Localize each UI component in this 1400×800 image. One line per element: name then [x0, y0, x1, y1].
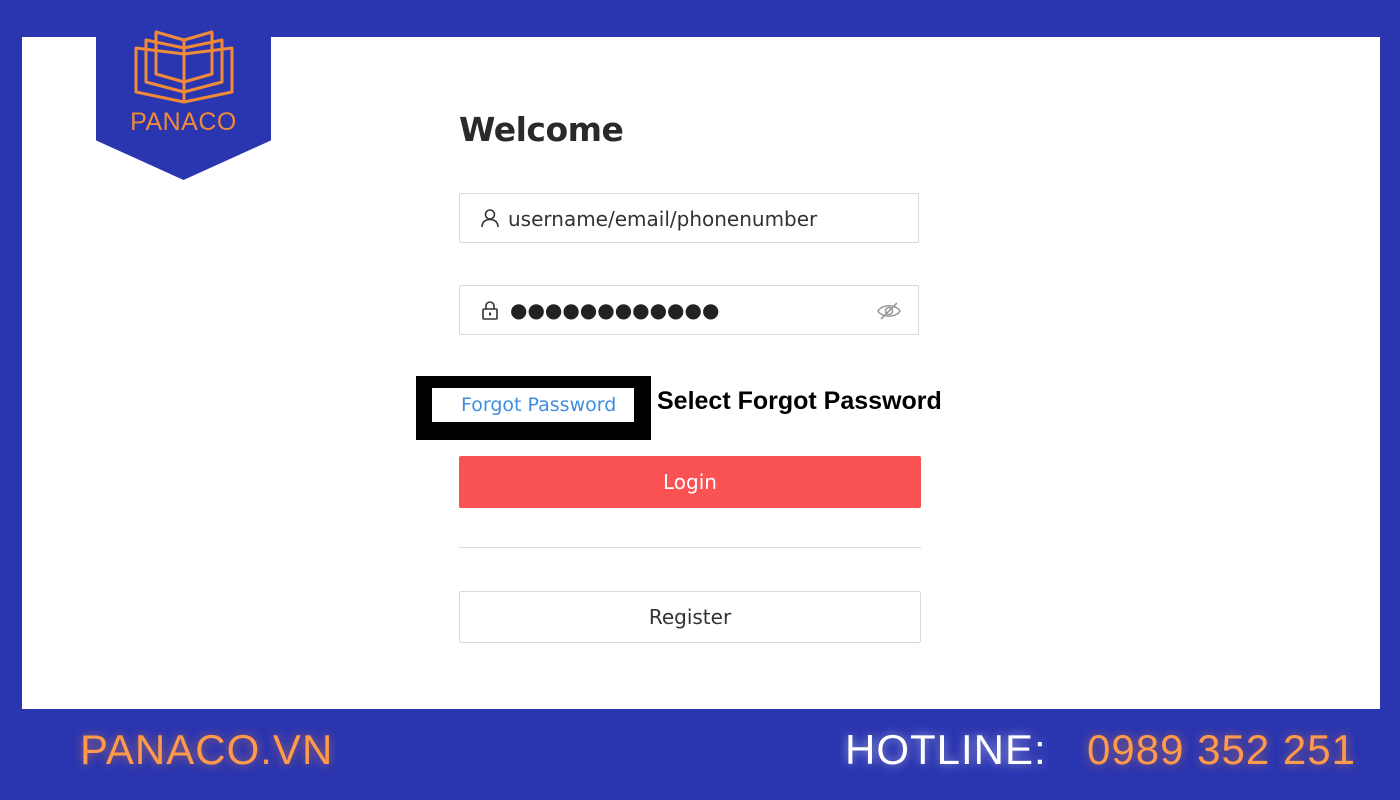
username-field[interactable]: username/email/phonenumber — [459, 193, 919, 243]
eye-slash-icon[interactable] — [876, 300, 902, 322]
forgot-password-highlight: Forgot Password — [416, 376, 651, 440]
annotation-label: Select Forgot Password — [657, 387, 942, 415]
divider — [459, 547, 921, 548]
logo-text: PANACO — [130, 108, 237, 136]
lock-icon — [482, 301, 498, 320]
register-button[interactable]: Register — [459, 591, 921, 643]
page-title: Welcome — [459, 110, 624, 149]
footer-hotline-number: 0989 352 251 — [1087, 726, 1356, 773]
password-value: ●●●●●●●●●●●● — [510, 298, 720, 322]
book-logo-icon — [134, 30, 234, 104]
forgot-password-link[interactable]: Forgot Password — [461, 394, 616, 416]
username-placeholder: username/email/phonenumber — [508, 207, 818, 231]
forgot-password-highlight-inner: Forgot Password — [432, 388, 634, 422]
footer-hotline-label: HOTLINE: — [845, 726, 1047, 773]
login-button[interactable]: Login — [459, 456, 921, 508]
user-icon — [481, 209, 499, 228]
password-field[interactable]: ●●●●●●●●●●●● — [459, 285, 919, 335]
footer-website: PANACO.VN — [80, 726, 334, 773]
